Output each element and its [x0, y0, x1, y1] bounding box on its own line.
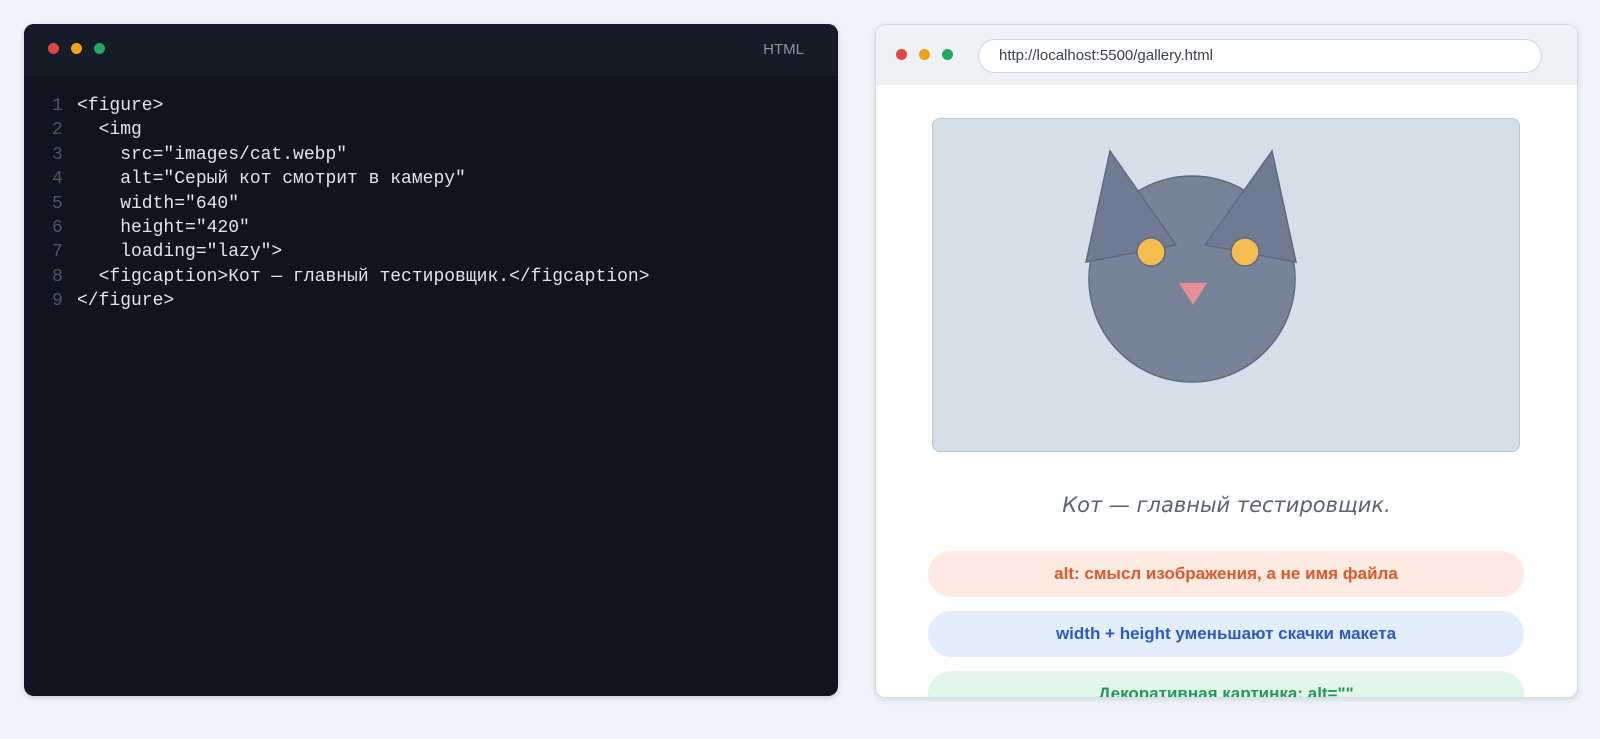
code-text: </figure> [77, 291, 175, 312]
tip-decorative-alt: Декоративная картинка: alt="" [928, 671, 1524, 697]
code-line: 4 alt="Серый кот смотрит в камеру" [24, 167, 838, 191]
cat-left-eye-icon [1136, 237, 1166, 267]
code-text: src="images/cat.webp" [77, 144, 348, 165]
code-text: <figcaption>Кот — главный тестировщик.</… [77, 266, 650, 287]
line-number: 6 [52, 217, 63, 238]
line-number: 7 [52, 242, 63, 263]
code-text: <img [77, 120, 142, 141]
close-window-dot-icon[interactable] [896, 49, 907, 60]
minimize-window-dot-icon[interactable] [71, 43, 82, 54]
tip-alt-meaning: alt: смысл изображения, а не имя файла [928, 551, 1524, 597]
code-text: alt="Серый кот смотрит в камеру" [77, 169, 466, 190]
cat-right-eye-icon [1230, 237, 1260, 267]
figure-caption: Кот — главный тестировщик. [1062, 493, 1391, 517]
language-label: HTML [763, 41, 804, 58]
cat-illustration-icon [1085, 149, 1297, 383]
code-line: 1 <figure> [24, 94, 838, 118]
close-window-dot-icon[interactable] [48, 43, 59, 54]
maximize-window-dot-icon[interactable] [942, 49, 953, 60]
line-number: 4 [52, 169, 63, 190]
editor-title-bar: HTML [24, 24, 838, 76]
address-bar[interactable]: http://localhost:5500/gallery.html [978, 39, 1542, 73]
maximize-window-dot-icon[interactable] [94, 43, 105, 54]
line-number: 8 [52, 266, 63, 287]
code-text: loading="lazy"> [77, 242, 283, 263]
code-text: height="420" [77, 217, 250, 238]
code-line: 5 width="640" [24, 192, 838, 216]
line-number: 9 [52, 291, 63, 312]
code-line: 2 <img [24, 118, 838, 142]
code-line: 7 loading="lazy"> [24, 240, 838, 264]
code-editor-window: HTML 1 <figure> 2 <img 3 src="images/cat.… [24, 24, 838, 696]
line-number: 5 [52, 193, 63, 214]
line-number: 3 [52, 144, 63, 165]
figure-image [932, 118, 1520, 452]
minimize-window-dot-icon[interactable] [919, 49, 930, 60]
line-number: 1 [52, 96, 63, 116]
code-line: 6 height="420" [24, 216, 838, 240]
code-area[interactable]: 1 <figure> 2 <img 3 src="images/cat.webp"… [24, 94, 838, 314]
code-line: 8 <figcaption>Кот — главный тестировщик.… [24, 265, 838, 289]
tip-width-height: width + height уменьшают скачки макета [928, 611, 1524, 657]
code-text: <figure> [77, 96, 164, 116]
code-text: width="640" [77, 193, 240, 214]
browser-preview-window: http://localhost:5500/gallery.html Кот —… [875, 24, 1578, 698]
code-line: 9 </figure> [24, 289, 838, 313]
code-line: 3 src="images/cat.webp" [24, 143, 838, 167]
browser-toolbar: http://localhost:5500/gallery.html [876, 25, 1577, 85]
line-number: 2 [52, 120, 63, 141]
